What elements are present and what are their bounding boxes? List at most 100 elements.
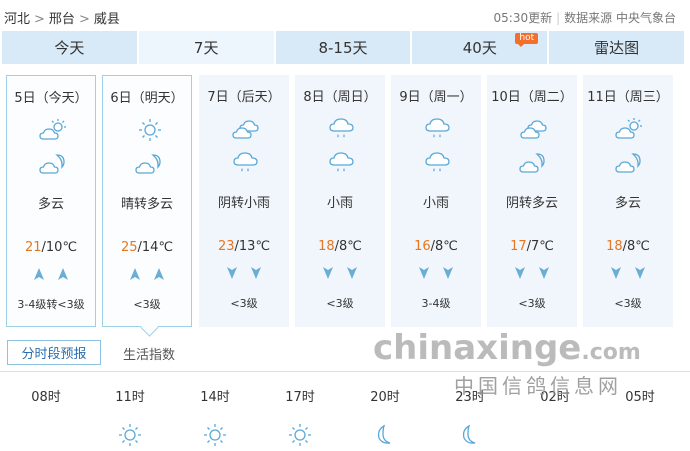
- temperature-range: 21/10℃: [24, 240, 78, 255]
- hot-badge: hot: [515, 33, 539, 47]
- top-bar: 河北 > 邢台 > 威县 05:30更新 | 数据来源 中央气象台: [0, 0, 690, 30]
- hour-slot: 20时: [355, 386, 415, 444]
- temperature-range: 25/14℃: [120, 240, 174, 255]
- wind-arrow-icon: [27, 268, 51, 284]
- tab-radar[interactable]: 雷达图: [549, 31, 684, 64]
- high-temp: 18: [606, 239, 623, 254]
- sunny-icon: [133, 118, 167, 142]
- tab-label: 8-15天: [318, 39, 368, 57]
- day-label: 5日（今天）: [14, 91, 88, 106]
- temperature-range: 17/7℃: [510, 239, 554, 254]
- temp-unit: ℃: [443, 239, 458, 254]
- temp-unit: ℃: [158, 240, 174, 255]
- low-temp: 14: [141, 240, 159, 255]
- tab-life-index[interactable]: 生活指数: [123, 344, 175, 363]
- hour-time: 20时: [370, 390, 400, 405]
- tab-label: 今天: [54, 39, 85, 57]
- wind-arrow-icon: [508, 267, 532, 283]
- weather-text: 多云: [37, 197, 64, 212]
- day-card[interactable]: 11日（周三） 多云 18/8℃ <3级: [583, 75, 673, 327]
- meta-divider: |: [556, 11, 561, 25]
- day-label: 8日（周日）: [303, 90, 377, 105]
- low-temp: 10: [45, 240, 63, 255]
- wind-level: <3级: [518, 297, 546, 310]
- day-card[interactable]: 6日（明天） 晴转多云 25/14℃ <3级: [102, 75, 192, 327]
- overcast-icon: [517, 117, 551, 141]
- high-temp: 23: [217, 239, 235, 254]
- weather-text: 小雨: [326, 196, 353, 211]
- wind-level: <3级: [133, 298, 161, 311]
- wind-level: 3-4级转<3级: [17, 298, 85, 311]
- tab-label: 40天: [462, 39, 497, 57]
- watermark-tld: .com: [581, 340, 641, 365]
- wind-arrow-icon: [316, 267, 340, 283]
- wind-level: <3级: [614, 297, 642, 310]
- seven-day-forecast: 5日（今天） 多云 21/10℃ 3-4级转<3级 6日（明天） 晴转多云 25/14℃ <3…: [6, 75, 686, 327]
- breadcrumb-separator: >: [34, 12, 45, 27]
- breadcrumb-province[interactable]: 河北: [4, 12, 30, 27]
- temp-unit: ℃: [635, 239, 650, 254]
- temp-unit: ℃: [347, 239, 362, 254]
- breadcrumb-city[interactable]: 邢台: [49, 12, 75, 27]
- high-temp: 17: [510, 239, 527, 254]
- tab-today[interactable]: 今天: [2, 31, 137, 64]
- day-card[interactable]: 7日（后天） 阴转小雨 23/13℃ <3级: [199, 75, 289, 327]
- hour-slot: 17时: [270, 386, 330, 446]
- overcast-icon: [229, 117, 263, 141]
- day-label: 6日（明天）: [110, 91, 184, 106]
- light-rain-icon: [421, 117, 455, 141]
- sunny-icon: [202, 422, 228, 448]
- temperature-range: 16/8℃: [414, 239, 458, 254]
- weather-text: 小雨: [422, 196, 449, 211]
- light-rain-icon: [325, 117, 359, 141]
- wind-direction-icons: [7, 267, 95, 283]
- day-card[interactable]: 8日（周日） 小雨 18/8℃ <3级: [295, 75, 385, 327]
- update-info: 05:30更新 | 数据来源 中央气象台: [494, 9, 676, 26]
- wind-arrow-icon: [244, 267, 268, 283]
- light-rain-icon: [229, 151, 263, 175]
- weather-text: 阴转小雨: [217, 196, 270, 211]
- wind-arrow-icon: [532, 267, 556, 283]
- tab-hourly-forecast[interactable]: 分时段预报: [7, 340, 101, 365]
- day-card[interactable]: 5日（今天） 多云 21/10℃ 3-4级转<3级: [6, 75, 96, 327]
- temp-unit: ℃: [539, 239, 554, 254]
- watermark-domain: chinaxinge.com: [373, 328, 641, 368]
- high-temp: 21: [24, 240, 42, 255]
- tab-40day[interactable]: 40天 hot: [412, 31, 548, 64]
- partly-cloudy-icon: [613, 117, 647, 141]
- wind-arrow-icon: [604, 267, 628, 283]
- watermark-main: chinaxinge: [373, 328, 582, 368]
- tab-8-15day[interactable]: 8-15天: [275, 31, 411, 64]
- day-card[interactable]: 10日（周二） 阴转多云 17/7℃ <3级: [487, 75, 577, 327]
- weather-text: 晴转多云: [120, 197, 173, 212]
- temp-unit: ℃: [255, 239, 271, 254]
- partly-cloudy-night-icon: [613, 151, 647, 175]
- high-temp: 18: [318, 239, 335, 254]
- wind-direction-icons: [391, 266, 481, 282]
- wind-level: <3级: [326, 297, 354, 310]
- breadcrumb-separator: >: [78, 12, 90, 27]
- wind-arrow-icon: [51, 268, 75, 284]
- hour-slot: 08时: [16, 386, 76, 405]
- partly-cloudy-night-icon: [517, 151, 551, 175]
- breadcrumb-county: 威县: [93, 12, 120, 27]
- tab-label: 7天: [193, 39, 219, 57]
- forecast-tabs: 今天 7天 8-15天 40天 hot 雷达图: [2, 31, 684, 64]
- sunny-icon: [287, 422, 313, 448]
- high-temp: 25: [120, 240, 138, 255]
- temperature-range: 23/13℃: [217, 239, 271, 254]
- temperature-range: 18/8℃: [606, 239, 650, 254]
- partly-cloudy-night-icon: [133, 152, 167, 176]
- hour-time: 14时: [200, 390, 230, 405]
- wind-direction-icons: [199, 266, 289, 282]
- temp-unit: ℃: [62, 240, 78, 255]
- day-card[interactable]: 9日（周一） 小雨 16/8℃ 3-4级: [391, 75, 481, 327]
- day-label: 11日（周三）: [587, 90, 669, 105]
- sunny-icon: [117, 422, 143, 448]
- wind-arrow-icon: [147, 268, 171, 284]
- hour-slot: 11时: [100, 386, 160, 446]
- wind-arrow-icon: [340, 267, 364, 283]
- temperature-range: 18/8℃: [318, 239, 362, 254]
- tab-7day[interactable]: 7天: [138, 31, 274, 64]
- hour-time: 17时: [285, 390, 315, 405]
